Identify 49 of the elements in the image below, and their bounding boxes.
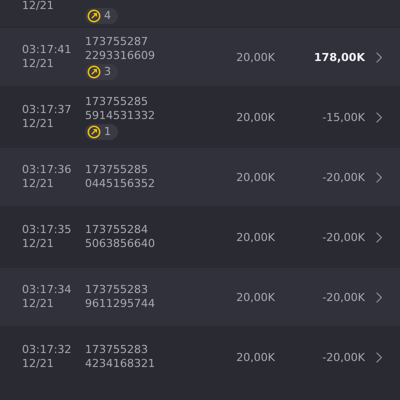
time-text: 03:17:36	[22, 163, 72, 177]
round-id-text: 9611295744	[85, 297, 155, 311]
result-amount: -20,00K	[321, 230, 365, 244]
date-text: 12/21	[22, 117, 55, 131]
chevron-right-icon[interactable]	[375, 350, 383, 364]
count-badge: 1	[85, 124, 118, 140]
chevron-right-icon[interactable]	[375, 290, 383, 304]
date-text: 12/21	[22, 297, 55, 311]
round-id-text: 2293316609	[85, 48, 155, 62]
result-amount: -20,00K	[321, 170, 365, 184]
chevron-right-icon[interactable]	[375, 230, 383, 244]
time-text: 03:17:37	[22, 103, 72, 117]
bet-amount: 20,00K	[235, 230, 275, 244]
history-row[interactable]: 03:17:41 12/21 173755287 2293316609 3 20,00K 178,00K	[0, 28, 400, 86]
date-text: 12/21	[22, 177, 55, 191]
bet-amount: 20,00K	[235, 50, 275, 64]
round-id-text: 173755283	[85, 283, 148, 297]
date-text: 12/21	[22, 57, 55, 71]
bet-amount: 20,00K	[235, 290, 275, 304]
history-row[interactable]: 03:17:36 12/21 173755285 0445156352 20,00K -20,00K	[0, 148, 400, 206]
count-badge: 3	[85, 64, 118, 80]
result-amount: -15,00K	[321, 110, 365, 124]
round-id-text: 173755284	[85, 223, 148, 237]
round-id-text: 0445156352	[85, 177, 155, 191]
round-id-text: 173755283	[85, 343, 148, 357]
round-id-text: 173755285	[85, 94, 148, 108]
time-text: 03:17:41	[22, 43, 72, 57]
bet-amount: 20,00K	[235, 110, 275, 124]
result-amount: -20,00K	[321, 350, 365, 364]
time-text: 03:17:34	[22, 283, 72, 297]
date-text: 12/21	[22, 0, 55, 11]
chevron-right-icon[interactable]	[375, 50, 383, 64]
round-id-text: 5914531332	[85, 108, 155, 122]
time-text: 03:17:32	[22, 343, 72, 357]
round-id-text: 4234168321	[85, 357, 155, 371]
history-row[interactable]: 03:17:34 12/21 173755283 9611295744 20,00K -20,00K	[0, 268, 400, 326]
chevron-right-icon[interactable]	[375, 170, 383, 184]
count-badge: 4	[85, 8, 118, 24]
round-id-text: 173755287	[85, 34, 148, 48]
date-text: 12/21	[22, 237, 55, 251]
chevron-right-icon[interactable]	[375, 110, 383, 124]
result-amount: 178,00K	[313, 50, 365, 64]
result-amount: -20,00K	[321, 290, 365, 304]
bet-amount: 20,00K	[235, 350, 275, 364]
time-text: 03:17:35	[22, 223, 72, 237]
date-text: 12/21	[22, 357, 55, 371]
round-id-text: 173755285	[85, 163, 148, 177]
bet-amount: 20,00K	[235, 170, 275, 184]
round-id-text: 5063856640	[85, 237, 155, 251]
